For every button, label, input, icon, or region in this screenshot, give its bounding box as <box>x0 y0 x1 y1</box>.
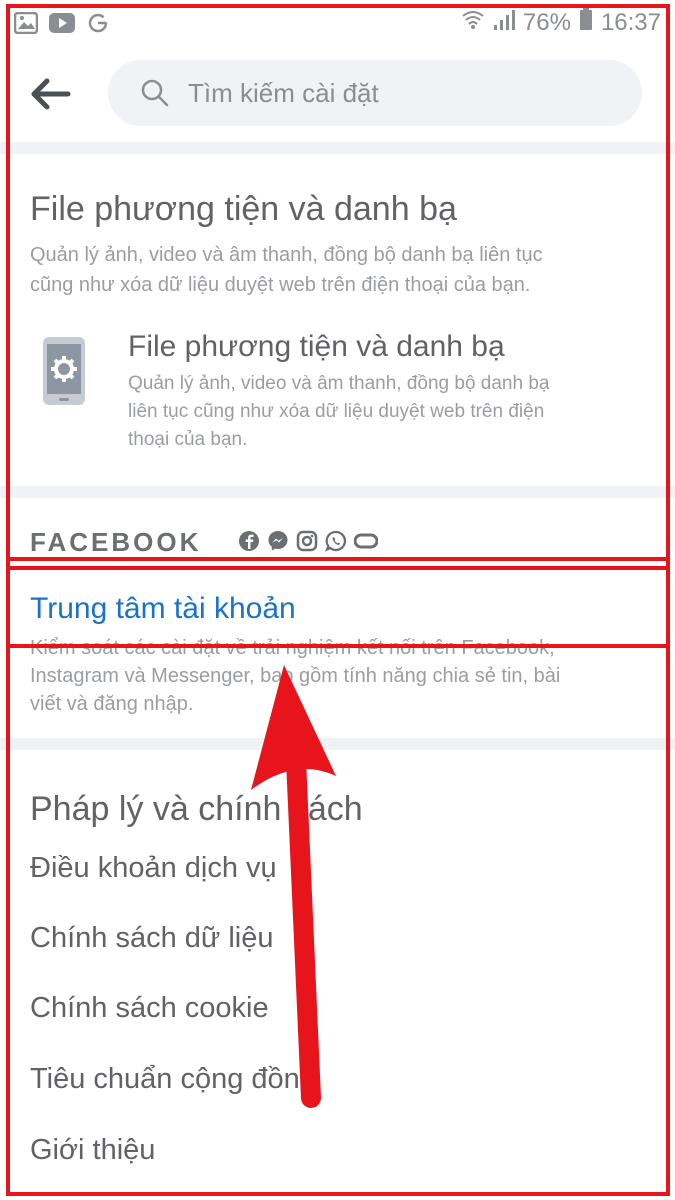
annotation-arrow-icon <box>251 665 336 1108</box>
